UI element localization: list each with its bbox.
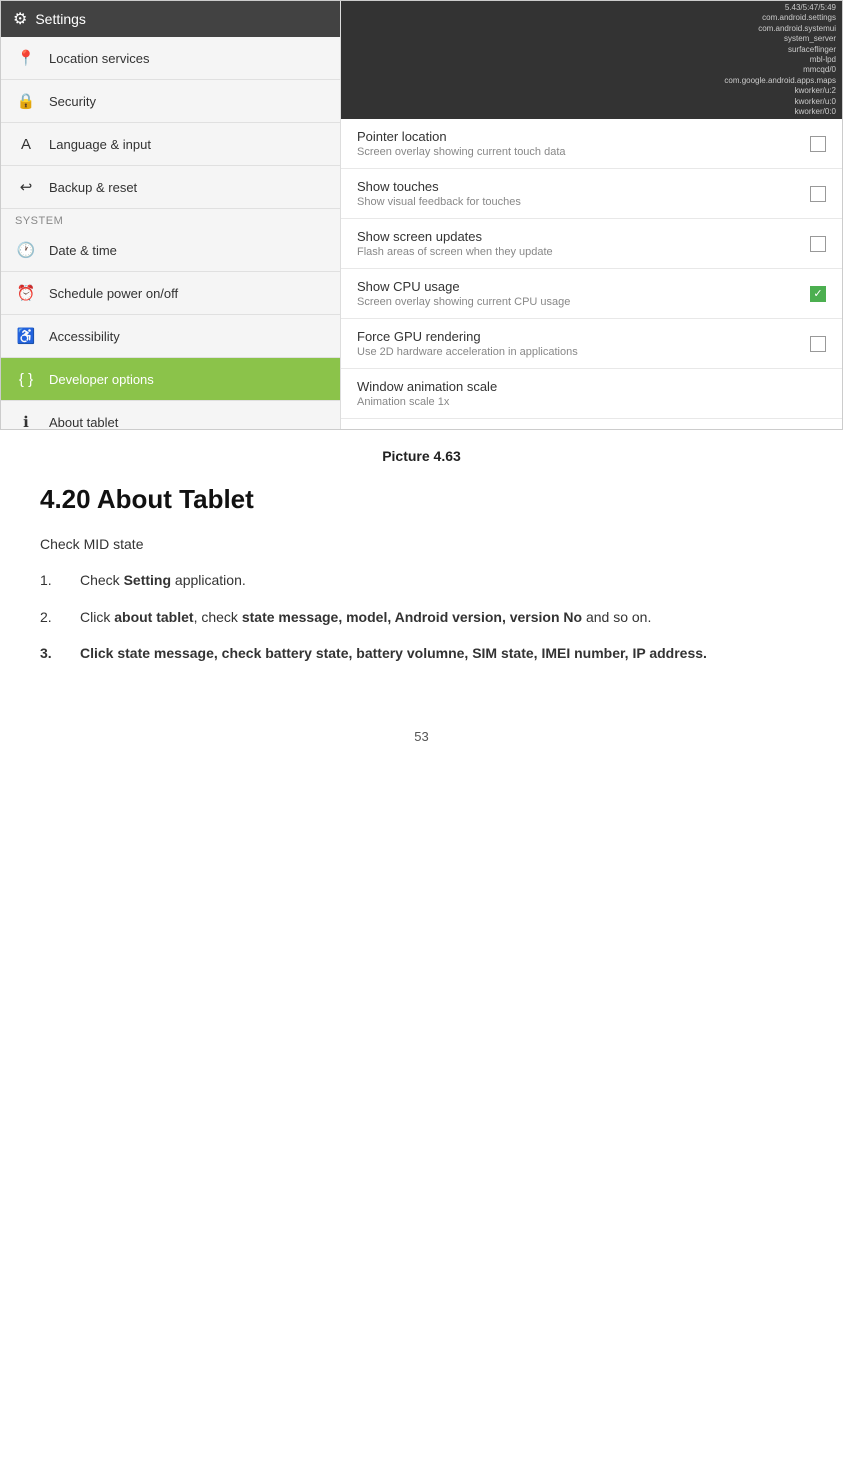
step-text: Check Setting application. (80, 569, 803, 591)
step-number: 2. (40, 606, 80, 628)
row-title: Show touches (357, 179, 521, 194)
sidebar-header-label: Settings (35, 11, 86, 27)
row-window-animation-scale[interactable]: Window animation scale Animation scale 1… (341, 369, 842, 419)
row-subtitle: Show visual feedback for touches (357, 196, 521, 208)
checkbox-show-screen-updates[interactable] (810, 236, 826, 252)
row-title: Show CPU usage (357, 279, 570, 294)
sidebar-item-label: Backup & reset (49, 180, 137, 195)
row-subtitle: Use 2D hardware acceleration in applicat… (357, 346, 578, 358)
sidebar-item-language-input[interactable]: A Language & input (1, 123, 340, 166)
sidebar-item-label: Accessibility (49, 329, 120, 344)
row-transition-animation-scale[interactable]: Transition animation scale Animation sca… (341, 419, 842, 429)
screenshot-container: ⚙ Settings 📍 Location services 🔒 Securit… (0, 0, 843, 430)
row-show-screen-updates[interactable]: Show screen updates Flash areas of scree… (341, 219, 842, 269)
checkbox-force-gpu-rendering[interactable] (810, 336, 826, 352)
step-number: 3. (40, 642, 80, 664)
sidebar-item-label: Security (49, 94, 96, 109)
language-icon: A (15, 133, 37, 155)
step-number: 1. (40, 569, 80, 591)
bold-state-message-3: state message, (117, 645, 217, 661)
intro-paragraph: Check MID state (40, 533, 803, 555)
bold-state-message: state message, model, Android version, v… (242, 609, 582, 625)
sidebar-item-schedule-power[interactable]: ⏰ Schedule power on/off (1, 272, 340, 315)
checkbox-pointer-location[interactable] (810, 136, 826, 152)
content-panel: 5.43/5:47/5:49 com.android.settings com.… (341, 1, 842, 429)
sidebar-item-security[interactable]: 🔒 Security (1, 80, 340, 123)
steps-list: 1. Check Setting application. 2. Click a… (40, 569, 803, 664)
backup-icon: ↩ (15, 176, 37, 198)
sidebar-item-date-time[interactable]: 🕐 Date & time (1, 229, 340, 272)
settings-sidebar: ⚙ Settings 📍 Location services 🔒 Securit… (1, 1, 341, 429)
sidebar-item-about-tablet[interactable]: ℹ About tablet (1, 401, 340, 430)
step-text: Click about tablet, check state message,… (80, 606, 803, 628)
page-number: 53 (0, 729, 843, 744)
sidebar-item-label: Language & input (49, 137, 151, 152)
sidebar-item-accessibility[interactable]: ♿ Accessibility (1, 315, 340, 358)
bold-about-tablet: about tablet (114, 609, 193, 625)
sidebar-item-label: Schedule power on/off (49, 286, 178, 301)
row-title: Window animation scale (357, 379, 497, 394)
settings-icon: ⚙ (13, 9, 27, 29)
step-text: Click state message, check battery state… (80, 642, 803, 664)
row-show-touches[interactable]: Show touches Show visual feedback for to… (341, 169, 842, 219)
row-subtitle: Animation scale 1x (357, 396, 497, 408)
sidebar-item-label: Developer options (49, 372, 154, 387)
checkbox-show-cpu-usage[interactable]: ✓ (810, 286, 826, 302)
step-2: 2. Click about tablet, check state messa… (40, 606, 803, 628)
sidebar-item-developer-options[interactable]: { } Developer options (1, 358, 340, 401)
row-subtitle: Flash areas of screen when they update (357, 246, 553, 258)
document-body: 4.20 About Tablet Check MID state 1. Che… (0, 474, 843, 719)
sidebar-item-label: About tablet (49, 415, 118, 430)
bold-battery-state: battery state, battery volumne, SIM stat… (265, 645, 707, 661)
row-title: Show screen updates (357, 229, 553, 244)
row-title: Force GPU rendering (357, 329, 578, 344)
status-text: 5.43/5:47/5:49 com.android.settings com.… (724, 3, 836, 117)
step-1: 1. Check Setting application. (40, 569, 803, 591)
bold-setting: Setting (124, 572, 171, 588)
row-title: Pointer location (357, 129, 566, 144)
sidebar-item-location-services[interactable]: 📍 Location services (1, 37, 340, 80)
row-pointer-location[interactable]: Pointer location Screen overlay showing … (341, 119, 842, 169)
row-show-cpu-usage[interactable]: Show CPU usage Screen overlay showing cu… (341, 269, 842, 319)
figure-caption: Picture 4.63 (0, 448, 843, 464)
location-icon: 📍 (15, 47, 37, 69)
info-icon: ℹ (15, 411, 37, 430)
checkbox-show-touches[interactable] (810, 186, 826, 202)
power-icon: ⏰ (15, 282, 37, 304)
sidebar-item-label: Location services (49, 51, 149, 66)
sidebar-item-backup-reset[interactable]: ↩ Backup & reset (1, 166, 340, 209)
row-force-gpu-rendering[interactable]: Force GPU rendering Use 2D hardware acce… (341, 319, 842, 369)
lock-icon: 🔒 (15, 90, 37, 112)
sidebar-item-label: Date & time (49, 243, 117, 258)
developer-icon: { } (15, 368, 37, 390)
system-section-label: SYSTEM (1, 209, 340, 229)
developer-options-content: Pointer location Screen overlay showing … (341, 119, 842, 429)
clock-icon: 🕐 (15, 239, 37, 261)
status-bar: 5.43/5:47/5:49 com.android.settings com.… (341, 1, 842, 119)
row-subtitle: Screen overlay showing current CPU usage (357, 296, 570, 308)
sidebar-header: ⚙ Settings (1, 1, 340, 37)
accessibility-icon: ♿ (15, 325, 37, 347)
document-heading: 4.20 About Tablet (40, 484, 803, 515)
row-subtitle: Screen overlay showing current touch dat… (357, 146, 566, 158)
step-3: 3. Click state message, check battery st… (40, 642, 803, 664)
